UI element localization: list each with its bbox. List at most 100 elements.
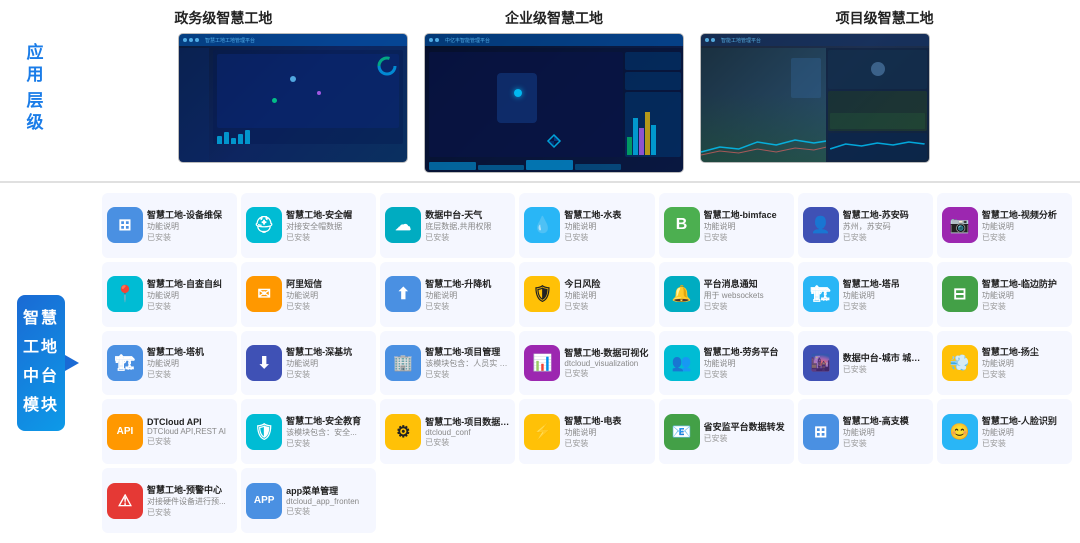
module-status: 已安装 — [147, 507, 232, 518]
module-card[interactable]: ☁数据中台-天气底层数据,共用权限已安装 — [380, 193, 515, 258]
module-info: 智慧工地-视频分析功能说明已安装 — [982, 208, 1067, 243]
module-card[interactable]: 🛡智慧工地-安全教育该模块包含：安全...已安装 — [241, 399, 376, 464]
module-card[interactable]: APIDTCloud APIDTCloud API,REST AI已安装 — [102, 399, 237, 464]
module-card[interactable]: APPapp菜单管理dtcloud_app_fronten已安装 — [241, 468, 376, 533]
module-card[interactable]: 📊智慧工地-数据可视化dtcloud_visualization已安装 — [519, 331, 654, 396]
module-info: 今日风险功能说明已安装 — [564, 277, 649, 312]
module-card[interactable]: 🛡今日风险功能说明已安装 — [519, 262, 654, 327]
module-icon: ⊞ — [107, 207, 143, 243]
module-title: app菜单管理 — [286, 484, 371, 497]
top-left-labels: 应用 层级 — [8, 8, 58, 173]
module-title: 智慧工地-bimface — [704, 208, 789, 221]
module-title: 智慧工地-人脸识别 — [982, 414, 1067, 427]
module-desc: DTCloud API,REST AI — [147, 427, 232, 436]
module-title: 智慧工地-项目管理 — [425, 345, 510, 358]
module-status: 已安装 — [564, 301, 649, 312]
module-desc: 功能说明 — [982, 221, 1067, 232]
module-status: 已安装 — [843, 364, 928, 375]
module-desc: 功能说明 — [147, 221, 232, 232]
module-card[interactable]: ⛑智慧工地-安全帽对接安全帽数据已安装 — [241, 193, 376, 258]
module-icon: 👥 — [664, 345, 700, 381]
module-info: 智慧工地-安全教育该模块包含：安全...已安装 — [286, 414, 371, 449]
module-icon: 😊 — [942, 414, 978, 450]
module-card[interactable]: 👤智慧工地-苏安码苏州，苏安码已安装 — [798, 193, 933, 258]
module-card[interactable]: 😊智慧工地-人脸识别功能说明已安装 — [937, 399, 1072, 464]
module-info: 智慧工地-苏安码苏州，苏安码已安装 — [843, 208, 928, 243]
module-card[interactable]: 🏗智慧工地-塔机功能说明已安装 — [102, 331, 237, 396]
module-card[interactable]: 💨智慧工地-扬尘功能说明已安装 — [937, 331, 1072, 396]
module-card[interactable]: 🌆数据中台-城市 城际信息已安装 — [798, 331, 933, 396]
module-desc: 功能说明 — [704, 358, 789, 369]
module-card[interactable]: 📧省安监平台数据转发已安装 — [659, 399, 794, 464]
module-status: 已安装 — [147, 301, 232, 312]
module-info: 智慧工地-数据可视化dtcloud_visualization已安装 — [564, 346, 649, 379]
module-desc: 功能说明 — [147, 358, 232, 369]
module-status: 已安装 — [286, 232, 371, 243]
module-title: 智慧工地-扬尘 — [982, 345, 1067, 358]
arrow-icon — [65, 355, 79, 371]
module-card[interactable]: ✉阿里短信功能说明已安装 — [241, 262, 376, 327]
module-status: 已安装 — [704, 369, 789, 380]
module-icon: 🛡 — [246, 414, 282, 450]
module-status: 已安装 — [843, 438, 928, 449]
module-info: 智慧工地-人脸识别功能说明已安装 — [982, 414, 1067, 449]
title-gov: 政务级智慧工地 — [174, 8, 272, 28]
module-card[interactable]: 📷智慧工地-视频分析功能说明已安装 — [937, 193, 1072, 258]
main-container: 应用 层级 政务级智慧工地 企业级智慧工地 项目级智慧工地 智慧工地工地管理平台 — [0, 0, 1080, 543]
module-card[interactable]: 📍智慧工地-自查自纠功能说明已安装 — [102, 262, 237, 327]
module-desc: 功能说明 — [843, 427, 928, 438]
module-icon: ⚡ — [524, 414, 560, 450]
module-desc: dtcloud_visualization — [564, 359, 649, 368]
module-title: 平台消息通知 — [704, 277, 789, 290]
module-card[interactable]: 🏢智慧工地-项目管理该模块包含：人员实 管理、预警等已安装 — [380, 331, 515, 396]
module-status: 已安装 — [147, 436, 232, 447]
top-section: 应用 层级 政务级智慧工地 企业级智慧工地 项目级智慧工地 智慧工地工地管理平台 — [0, 0, 1080, 173]
module-info: DTCloud APIDTCloud API,REST AI已安装 — [147, 417, 232, 447]
module-info: 智慧工地-扬尘功能说明已安装 — [982, 345, 1067, 380]
module-card[interactable]: ⊞智慧工地-设备维保功能说明已安装 — [102, 193, 237, 258]
module-card[interactable]: ⚡智慧工地-电表功能说明已安装 — [519, 399, 654, 464]
module-title: 智慧工地-项目数据初始化 — [425, 415, 510, 428]
module-desc: 底层数据,共用权限 — [425, 221, 510, 232]
module-icon: 👤 — [803, 207, 839, 243]
module-desc: 功能说明 — [564, 221, 649, 232]
module-desc: 该模块包含：安全... — [286, 427, 371, 438]
module-status: 已安装 — [704, 301, 789, 312]
layer-label: 层级 — [21, 91, 46, 135]
module-icon: 🔔 — [664, 276, 700, 312]
module-desc: dtcloud_conf — [425, 428, 510, 437]
module-card[interactable]: ⚙智慧工地-项目数据初始化dtcloud_conf已安装 — [380, 399, 515, 464]
module-status: 已安装 — [286, 369, 371, 380]
module-desc: 功能说明 — [843, 290, 928, 301]
module-icon: 📧 — [664, 414, 700, 450]
module-title: 智慧工地-临边防护 — [982, 277, 1067, 290]
module-card[interactable]: ⊟智慧工地-临边防护功能说明已安装 — [937, 262, 1072, 327]
module-status: 已安装 — [286, 438, 371, 449]
module-desc: 对接硬件设备进行预... — [147, 496, 232, 507]
module-status: 已安装 — [147, 232, 232, 243]
module-card[interactable]: 👥 智慧工地-劳务平台功能说明已安装 — [659, 331, 794, 396]
module-desc: 功能说明 — [425, 290, 510, 301]
module-icon: ✉ — [246, 276, 282, 312]
module-icon: 🌆 — [803, 345, 839, 381]
module-title: 智慧工地-塔吊 — [843, 277, 928, 290]
module-title: 智慧工地-数据可视化 — [564, 346, 649, 359]
module-card[interactable]: ⬇智慧工地-深基坑功能说明已安装 — [241, 331, 376, 396]
module-card[interactable]: B智慧工地-bimface功能说明已安装 — [659, 193, 794, 258]
module-info: 智慧工地-bimface功能说明已安装 — [704, 208, 789, 243]
module-card[interactable]: 💧智慧工地-水表功能说明已安装 — [519, 193, 654, 258]
module-card[interactable]: ⊞智慧工地-高支模功能说明已安装 — [798, 399, 933, 464]
module-title: 智慧工地-劳务平台 — [704, 345, 789, 358]
module-info: 智慧工地-深基坑功能说明已安装 — [286, 345, 371, 380]
module-card[interactable]: 🔔平台消息通知用于 websockets已安装 — [659, 262, 794, 327]
screen-ent: 中亿丰智能管理平台 — [424, 33, 684, 173]
module-card[interactable]: 🏗智慧工地-塔吊功能说明已安装 — [798, 262, 933, 327]
module-status: 已安装 — [286, 506, 371, 517]
module-status: 已安装 — [425, 301, 510, 312]
screens-row: 智慧工地工地管理平台 — [58, 33, 1050, 173]
title-proj: 项目级智慧工地 — [836, 8, 934, 28]
module-card[interactable]: ⬆智慧工地-升降机功能说明已安装 — [380, 262, 515, 327]
module-status: 已安装 — [704, 232, 789, 243]
module-icon: ⬇ — [246, 345, 282, 381]
module-card[interactable]: ⚠智慧工地-预警中心对接硬件设备进行预...已安装 — [102, 468, 237, 533]
